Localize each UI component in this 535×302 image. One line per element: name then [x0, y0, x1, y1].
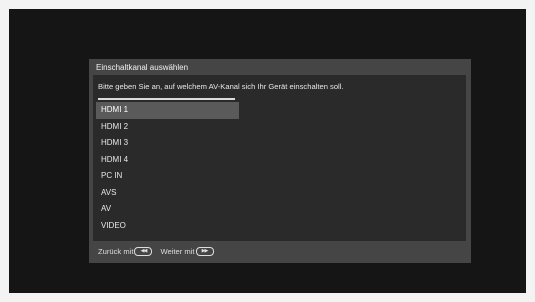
selection-underline [98, 98, 235, 100]
channel-item-avs[interactable]: AVS [96, 185, 239, 202]
channel-item-video[interactable]: VIDEO [96, 218, 239, 235]
back-label: Zurück mit [98, 247, 134, 256]
rewind-icon[interactable]: ◀◀ [134, 247, 153, 256]
tv-screen: Einschaltkanal auswählen Bitte geben Sie… [9, 9, 526, 293]
power-on-channel-dialog: Einschaltkanal auswählen Bitte geben Sie… [89, 59, 471, 263]
channel-item-hdmi2[interactable]: HDMI 2 [96, 119, 239, 136]
next-label: Weiter mit [160, 247, 195, 256]
fast-forward-icon[interactable]: ▶▶ [195, 247, 214, 256]
channel-list: HDMI 1 HDMI 2 HDMI 3 HDMI 4 PC IN AVS AV… [96, 102, 239, 234]
channel-item-av[interactable]: AV [96, 201, 239, 218]
channel-item-hdmi1[interactable]: HDMI 1 [96, 102, 239, 119]
channel-item-hdmi3[interactable]: HDMI 3 [96, 135, 239, 152]
dialog-body: Bitte geben Sie an, auf welchem AV-Kanal… [93, 75, 466, 241]
channel-item-pc-in[interactable]: PC IN [96, 168, 239, 185]
instruction-text: Bitte geben Sie an, auf welchem AV-Kanal… [98, 82, 344, 91]
dialog-title: Einschaltkanal auswählen [96, 63, 189, 72]
channel-item-hdmi4[interactable]: HDMI 4 [96, 152, 239, 169]
dialog-footer: Zurück mit ◀◀ Weiter mit ▶▶ [98, 247, 222, 256]
